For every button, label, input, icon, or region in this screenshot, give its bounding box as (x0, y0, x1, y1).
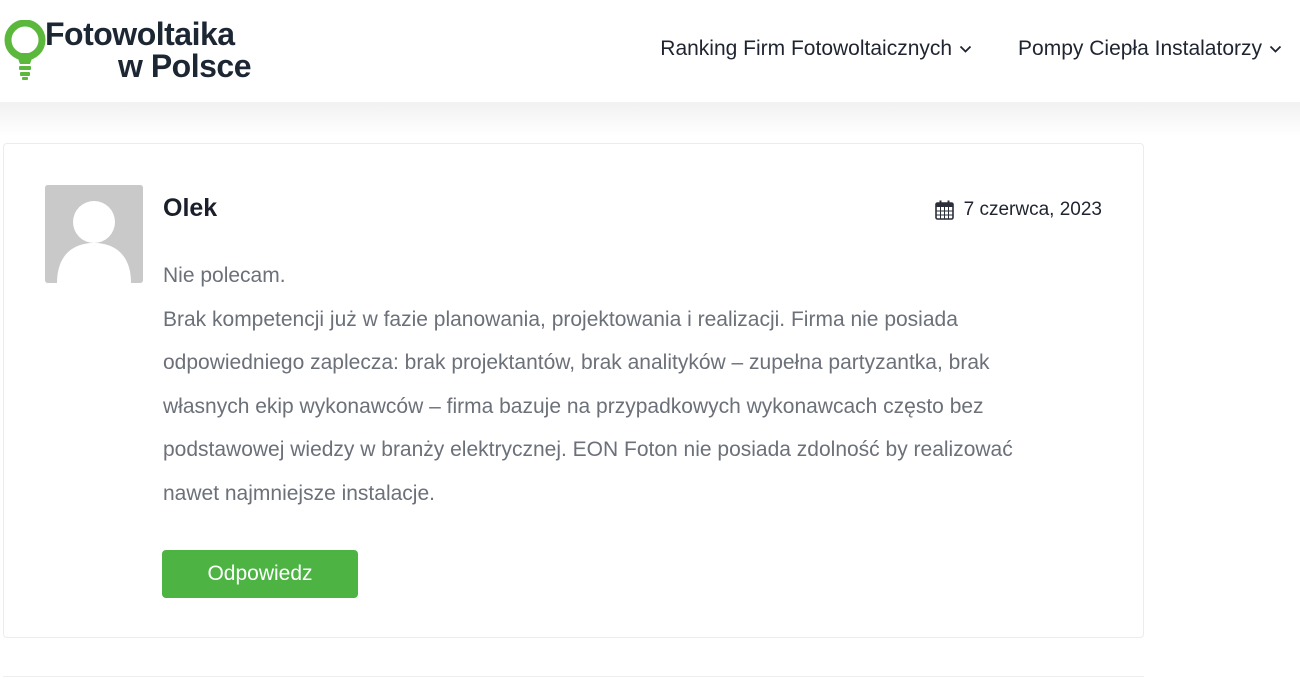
logo-line-1: Fotowoltaika (45, 16, 235, 52)
comment-date: 7 czerwca, 2023 (934, 199, 1102, 221)
lightbulb-icon (4, 20, 46, 80)
header-shadow (0, 102, 1300, 136)
site-logo[interactable]: Fotowoltaika w Polsce (3, 18, 253, 82)
main-nav: Ranking Firm Fotowoltaicznych Pompy Ciep… (614, 34, 1282, 64)
comment-line: nawet najmniejsze instalacje. (163, 481, 435, 505)
comment-body: Nie polecam. Brak kompetencji już w fazi… (163, 254, 1063, 515)
nav-item-label: Ranking Firm Fotowoltaicznych (660, 37, 953, 60)
avatar (45, 185, 143, 283)
site-header: Fotowoltaika w Polsce Ranking Firm Fotow… (0, 0, 1300, 102)
chevron-down-icon (959, 45, 972, 53)
comment-date-text: 7 czerwca, 2023 (963, 199, 1102, 220)
nav-item-label: Pompy Ciepła Instalatorzy (1018, 37, 1262, 60)
chevron-down-icon (1269, 45, 1282, 53)
nav-item-pompy-ciepla[interactable]: Pompy Ciepła Instalatorzy (1018, 34, 1282, 64)
divider (3, 676, 1144, 677)
comment-line: własnych ekip wykonawców – firma bazuje … (163, 394, 984, 418)
comment-author: Olek (163, 194, 218, 222)
calendar-icon (934, 200, 954, 220)
comment-line: odpowiedniego zaplecza: brak projektantó… (163, 351, 990, 374)
reply-button[interactable]: Odpowiedz (162, 550, 358, 598)
comment-line: podstawowej wiedzy w branży elektrycznej… (163, 438, 1013, 461)
default-avatar-icon (45, 185, 143, 283)
logo-text: Fotowoltaika w Polsce (45, 16, 252, 84)
nav-item-ranking-firm[interactable]: Ranking Firm Fotowoltaicznych (660, 34, 972, 64)
comment-line: Nie polecam. (163, 264, 286, 287)
comment-line: Brak kompetencji już w fazie planowania,… (163, 307, 958, 331)
comment-card: Olek 7 czerwca, 2023 Nie polecam. Brak k… (3, 143, 1144, 638)
logo-line-2: w Polsce (118, 48, 251, 84)
